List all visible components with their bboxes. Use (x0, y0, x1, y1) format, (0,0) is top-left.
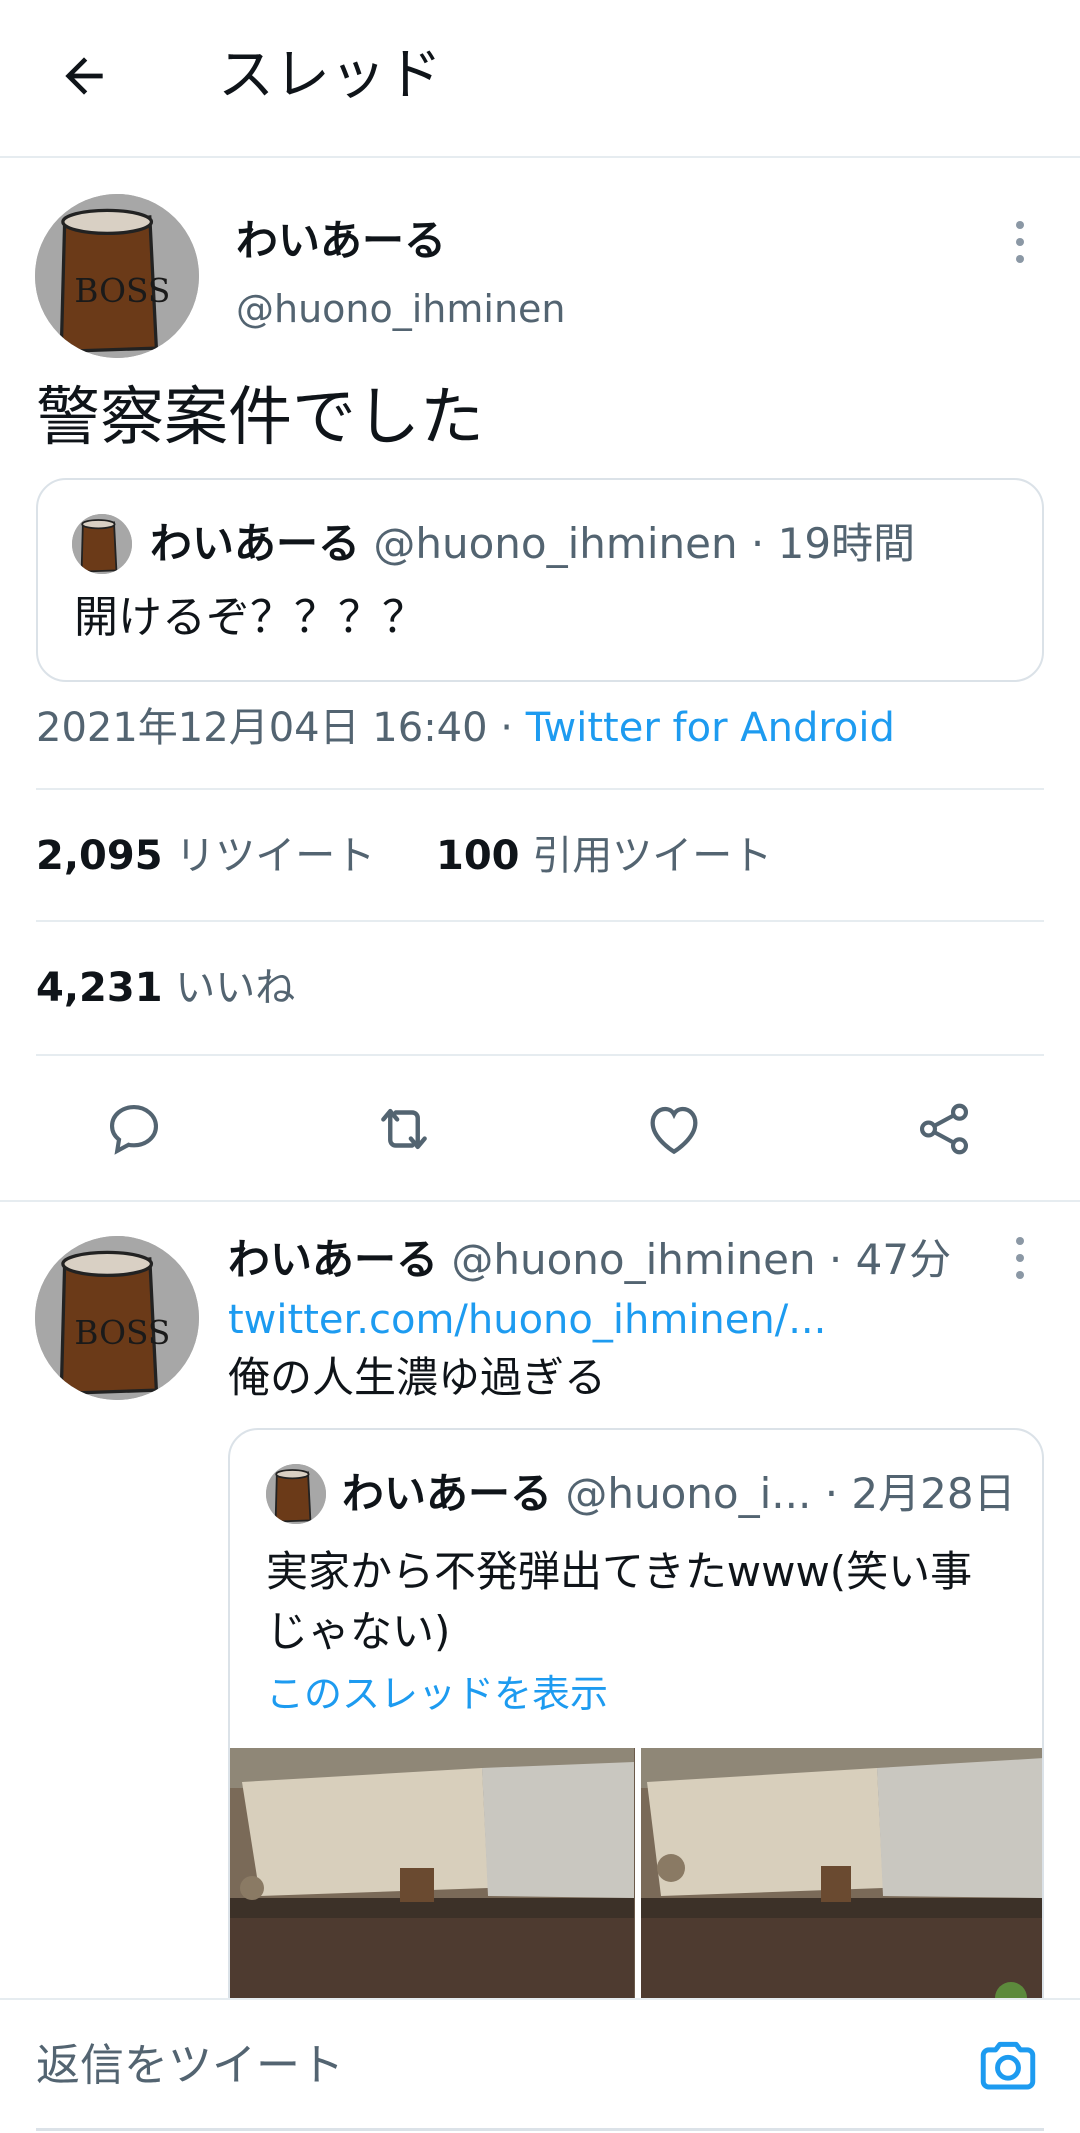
quoted-author-name: わいあーる (150, 519, 361, 568)
reply-header: わいあーる @huono_ihminen · 47分 (228, 1232, 951, 1288)
avatar[interactable]: BOSS (35, 1236, 199, 1400)
media-photo[interactable] (641, 1748, 1042, 2026)
quote-stats[interactable]: 100 引用ツイート (436, 828, 772, 884)
quoted-meta: @huono_ihminen · 19時間 (373, 519, 916, 568)
quoted-avatar (266, 1464, 326, 1524)
tweet-timestamp: 2021年12月04日 16:40 · Twitter for Android (36, 700, 895, 756)
quoted-media (230, 1748, 1042, 2026)
more-dot-icon (1016, 238, 1024, 246)
more-options-button[interactable] (1000, 212, 1040, 272)
tweet-text: 警察案件でした (36, 381, 484, 455)
timestamp-text: 2021年12月04日 16:40 · (36, 705, 526, 751)
camera-button[interactable] (972, 2030, 1044, 2100)
like-button[interactable] (634, 1094, 714, 1164)
author-name[interactable]: わいあーる (236, 214, 446, 268)
tweet-separator (0, 1200, 1080, 1202)
reply-link[interactable]: twitter.com/huono_ihminen/... (228, 1292, 826, 1348)
share-icon (919, 1103, 969, 1155)
more-dot-icon (1016, 1254, 1024, 1262)
quoted-avatar (72, 514, 132, 574)
quoted-meta: @huono_i... · 2月28日 (565, 1469, 1016, 1518)
retweet-label: リツイート (175, 833, 376, 879)
retweet-icon (381, 1108, 427, 1150)
quoted-text: 実家から不発弾出てきたwww(笑い事じゃない) (266, 1547, 973, 1656)
back-button[interactable] (44, 38, 124, 114)
like-count: 4,231 (36, 965, 163, 1011)
more-options-button[interactable] (1000, 1228, 1040, 1288)
retweet-button[interactable] (364, 1094, 444, 1164)
reply-composer: 返信をツイート (0, 1998, 1080, 2133)
divider (36, 788, 1044, 790)
retweet-count: 2,095 (36, 833, 163, 879)
more-dot-icon (1016, 255, 1024, 263)
top-bar: スレッド (0, 0, 1080, 158)
divider (36, 1054, 1044, 1056)
reply-text: 俺の人生濃ゆ過ぎる (228, 1353, 607, 1402)
quoted-header: わいあーる @huono_i... · 2月28日 (342, 1466, 1016, 1522)
more-dot-icon (1016, 221, 1024, 229)
svg-text:BOSS: BOSS (74, 272, 170, 310)
divider (36, 920, 1044, 922)
media-photo[interactable] (230, 1748, 635, 2026)
more-dot-icon (1016, 1271, 1024, 1279)
quoted-tweet-card[interactable]: わいあーる @huono_i... · 2月28日 実家から不発弾出てきたwww… (228, 1428, 1044, 2028)
more-dot-icon (1016, 1237, 1024, 1245)
quoted-author-name: わいあーる (342, 1469, 553, 1518)
reply-author-name[interactable]: わいあーる (228, 1235, 438, 1284)
quote-count: 100 (436, 833, 520, 879)
camera-icon (980, 2041, 1036, 2090)
author-handle[interactable]: @huono_ihminen (236, 284, 566, 334)
avatar[interactable]: BOSS (35, 194, 199, 358)
quoted-text: 開けるぞ？？？？ (74, 592, 426, 643)
like-label: いいね (175, 965, 296, 1011)
reply-icon (109, 1104, 159, 1155)
avatar-logo-text: BOSS (74, 1314, 170, 1352)
quoted-header: わいあーる @huono_ihminen · 19時間 (150, 516, 915, 572)
quoted-tweet-card[interactable]: わいあーる @huono_ihminen · 19時間 開けるぞ？？？？ (36, 478, 1044, 682)
show-thread-link[interactable]: このスレッドを表示 (266, 1666, 608, 1722)
source-link[interactable]: Twitter for Android (526, 705, 895, 751)
share-button[interactable] (904, 1094, 984, 1164)
like-icon (650, 1106, 698, 1155)
reply-button[interactable] (94, 1094, 174, 1164)
page-title: スレッド (218, 43, 442, 108)
retweet-stats[interactable]: 2,095 リツイート (36, 828, 375, 884)
like-stats[interactable]: 4,231 いいね (36, 960, 295, 1016)
arrow-left-icon (65, 57, 103, 95)
reply-input[interactable]: 返信をツイート (36, 2036, 344, 2096)
composer-underline (36, 2128, 1044, 2131)
reply-meta: @huono_ihminen · 47分 (451, 1235, 952, 1284)
quote-label: 引用ツイート (532, 833, 773, 879)
